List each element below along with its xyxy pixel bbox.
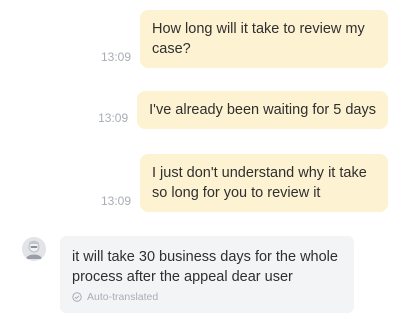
message-timestamp: 13:09 xyxy=(98,111,129,125)
incoming-message-bubble[interactable]: it will take 30 business days for the wh… xyxy=(60,236,354,313)
outgoing-message-bubble[interactable]: I've already been waiting for 5 days xyxy=(137,91,388,129)
message-timestamp: 13:09 xyxy=(100,194,131,208)
outgoing-message: 13:09 I've already been waiting for 5 da… xyxy=(98,91,388,129)
auto-translated-label: Auto-translated xyxy=(87,291,159,303)
user-avatar-icon xyxy=(22,237,46,261)
outgoing-message: 13:09 I just don't understand why it tak… xyxy=(101,154,388,212)
chat-thread: 13:09 How long will it take to review my… xyxy=(0,0,407,315)
check-circle-icon xyxy=(72,292,82,302)
message-timestamp: 13:09 xyxy=(100,50,131,64)
incoming-message-text: it will take 30 business days for the wh… xyxy=(72,249,338,285)
auto-translated-note: Auto-translated xyxy=(72,291,342,303)
avatar[interactable] xyxy=(22,237,46,261)
outgoing-message: 13:09 How long will it take to review my… xyxy=(101,10,388,68)
incoming-message: it will take 30 business days for the wh… xyxy=(22,236,354,313)
outgoing-message-bubble[interactable]: I just don't understand why it take so l… xyxy=(140,154,388,212)
outgoing-message-bubble[interactable]: How long will it take to review my case? xyxy=(140,10,388,68)
